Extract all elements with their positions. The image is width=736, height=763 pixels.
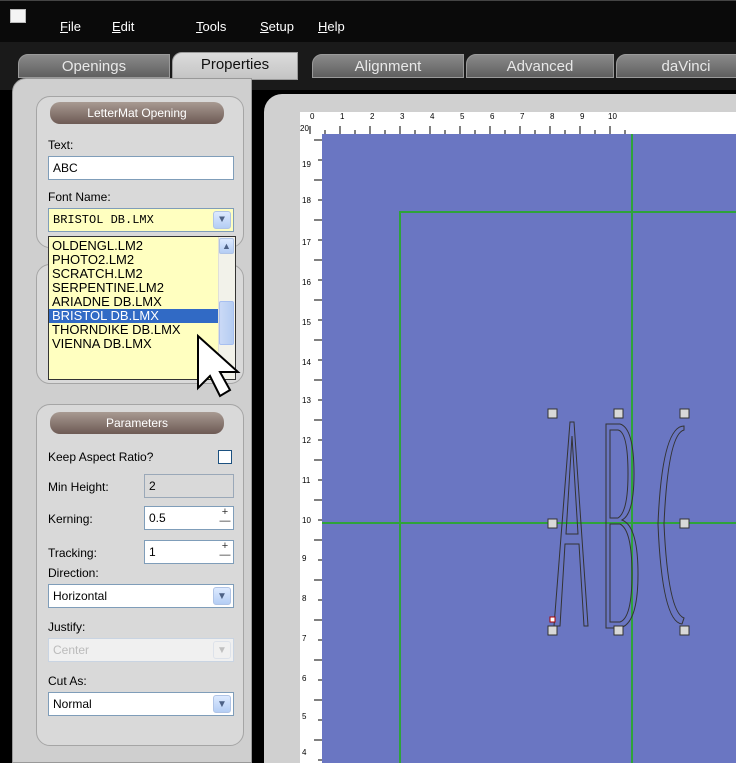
menu-tools[interactable]: Tools bbox=[196, 19, 226, 34]
cut-as-select[interactable]: Normal ▼ bbox=[48, 692, 234, 716]
text-input[interactable]: ABC bbox=[48, 156, 234, 180]
tracking-stepper-icon[interactable]: + — bbox=[218, 541, 232, 562]
origin-point-icon bbox=[549, 616, 556, 623]
design-canvas[interactable] bbox=[322, 134, 736, 763]
font-name-value: BRISTOL DB.LMX bbox=[53, 213, 154, 227]
cut-as-label: Cut As: bbox=[48, 674, 87, 688]
font-option[interactable]: SCRATCH.LM2 bbox=[49, 267, 220, 281]
top-ruler-ticks bbox=[309, 126, 626, 134]
justify-select: Center ▼ bbox=[48, 638, 234, 662]
menu-file[interactable]: File bbox=[60, 19, 81, 34]
kerning-stepper-icon[interactable]: + — bbox=[218, 507, 232, 528]
menu-setup[interactable]: Setup bbox=[260, 19, 294, 34]
font-name-label: Font Name: bbox=[48, 190, 111, 204]
direction-dropdown-arrow-icon[interactable]: ▼ bbox=[213, 587, 231, 605]
mat-opening-outline bbox=[399, 211, 736, 763]
font-option[interactable]: ARIADNE DB.LMX bbox=[49, 295, 220, 309]
scroll-up-icon[interactable]: ▲ bbox=[219, 238, 234, 254]
parameters-title: Parameters bbox=[50, 412, 224, 434]
cut-as-dropdown-arrow-icon[interactable]: ▼ bbox=[213, 695, 231, 713]
direction-label: Direction: bbox=[48, 566, 99, 580]
justify-value: Center bbox=[53, 643, 90, 657]
font-option-selected[interactable]: BRISTOL DB.LMX bbox=[49, 309, 220, 323]
tab-openings[interactable]: Openings bbox=[18, 54, 170, 78]
font-option[interactable]: PHOTO2.LM2 bbox=[49, 253, 220, 267]
tab-davinci[interactable]: daVinci bbox=[616, 54, 736, 78]
direction-value: Horizontal bbox=[53, 589, 108, 603]
cut-as-value: Normal bbox=[53, 697, 92, 711]
menu-edit[interactable]: Edit bbox=[112, 19, 134, 34]
letter-outlines bbox=[553, 421, 685, 629]
app-window: File Edit Tools Setup Help Openings Prop… bbox=[0, 0, 736, 763]
min-height-label: Min Height: bbox=[48, 480, 109, 494]
min-height-field: 2 bbox=[144, 474, 234, 498]
left-ruler-ticks bbox=[314, 139, 322, 761]
tab-alignment[interactable]: Alignment bbox=[312, 54, 464, 78]
font-dropdown-arrow-icon[interactable]: ▼ bbox=[213, 211, 231, 229]
kerning-label: Kerning: bbox=[48, 512, 93, 526]
direction-select[interactable]: Horizontal ▼ bbox=[48, 584, 234, 608]
top-ruler: 0 1 2 3 4 5 6 7 8 9 10 bbox=[300, 112, 736, 134]
font-option[interactable]: SERPENTINE.LM2 bbox=[49, 281, 220, 295]
text-label: Text: bbox=[48, 138, 74, 152]
menu-bar: File Edit Tools Setup Help bbox=[0, 0, 736, 43]
font-option[interactable]: OLDENGL.LM2 bbox=[49, 239, 220, 253]
mouse-cursor-icon bbox=[197, 333, 241, 398]
window-system-menu-icon[interactable] bbox=[10, 9, 26, 23]
tab-advanced[interactable]: Advanced bbox=[466, 54, 614, 78]
left-ruler: 20 19 18 17 16 15 14 13 12 11 10 9 8 7 6… bbox=[300, 124, 322, 763]
keep-aspect-label: Keep Aspect Ratio? bbox=[48, 450, 154, 464]
lettermat-title: LetterMat Opening bbox=[50, 102, 224, 124]
justify-dropdown-arrow-icon: ▼ bbox=[213, 641, 231, 659]
tracking-label: Tracking: bbox=[48, 546, 97, 560]
ruler-label: 20 bbox=[300, 124, 309, 133]
menu-help[interactable]: Help bbox=[318, 19, 345, 34]
keep-aspect-checkbox[interactable] bbox=[218, 450, 232, 464]
canvas-drawing bbox=[322, 134, 736, 763]
justify-label: Justify: bbox=[48, 620, 86, 634]
font-name-select[interactable]: BRISTOL DB.LMX ▼ bbox=[48, 208, 234, 232]
tab-properties[interactable]: Properties bbox=[172, 52, 298, 80]
